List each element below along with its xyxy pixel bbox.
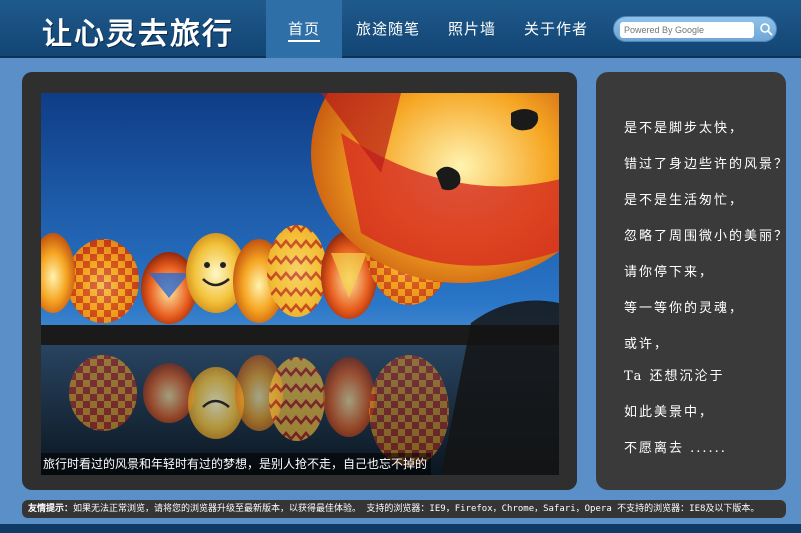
- poem-line: 是不是生活匆忙，: [624, 193, 745, 208]
- hot-air-balloon-photo[interactable]: 旅行时看过的风景和年轻时有过的梦想，是别人抢不走，自己也忘不掉的: [41, 93, 559, 475]
- nav-about-author[interactable]: 关于作者: [510, 0, 602, 58]
- poem-line: 错过了身边些许的风景？: [624, 157, 790, 172]
- search-input[interactable]: [620, 22, 754, 38]
- header: 让心灵去旅行 首页 旅途随笔 照片墙 关于作者: [0, 0, 801, 58]
- bottom-strip: [0, 524, 801, 533]
- photo-panel: 旅行时看过的风景和年轻时有过的梦想，是别人抢不走，自己也忘不掉的: [22, 72, 577, 490]
- poem-line: Ta 还想沉沦于: [624, 369, 725, 384]
- magnifier-icon: [760, 23, 773, 36]
- footer-text: 如果无法正常浏览，请将您的浏览器升级至最新版本，以获得最佳体验。 支持的浏览器：…: [73, 504, 760, 514]
- footer-notice: 友情提示：如果无法正常浏览，请将您的浏览器升级至最新版本，以获得最佳体验。 支持…: [22, 500, 786, 518]
- nav-photo-wall[interactable]: 照片墙: [434, 0, 510, 58]
- site-logo[interactable]: 让心灵去旅行: [42, 9, 234, 53]
- poem-line: 请你停下来，: [624, 265, 715, 280]
- poem-line: 等一等你的灵魂，: [624, 301, 745, 316]
- photo-caption: 旅行时看过的风景和年轻时有过的梦想，是别人抢不走，自己也忘不掉的: [41, 453, 432, 475]
- poem-line: 是不是脚步太快，: [624, 121, 745, 136]
- poem-line: 如此美景中，: [624, 405, 715, 420]
- search-button[interactable]: [758, 21, 774, 37]
- poem-line: 忽略了周围微小的美丽？: [624, 229, 790, 244]
- search-box: [613, 16, 777, 42]
- poem-line: 或许，: [624, 337, 670, 352]
- main-nav: 首页 旅途随笔 照片墙 关于作者: [266, 0, 602, 58]
- nav-travel-notes[interactable]: 旅途随笔: [342, 0, 434, 58]
- poem-panel: 是不是脚步太快， 错过了身边些许的风景？ 是不是生活匆忙， 忽略了周围微小的美丽…: [596, 72, 790, 490]
- footer-label: 友情提示：: [28, 504, 74, 514]
- nav-home-label: 首页: [287, 20, 320, 42]
- balloon-scene: [41, 93, 559, 475]
- poem-line: 不愿离去 ......: [624, 441, 727, 456]
- nav-home[interactable]: 首页: [266, 0, 342, 58]
